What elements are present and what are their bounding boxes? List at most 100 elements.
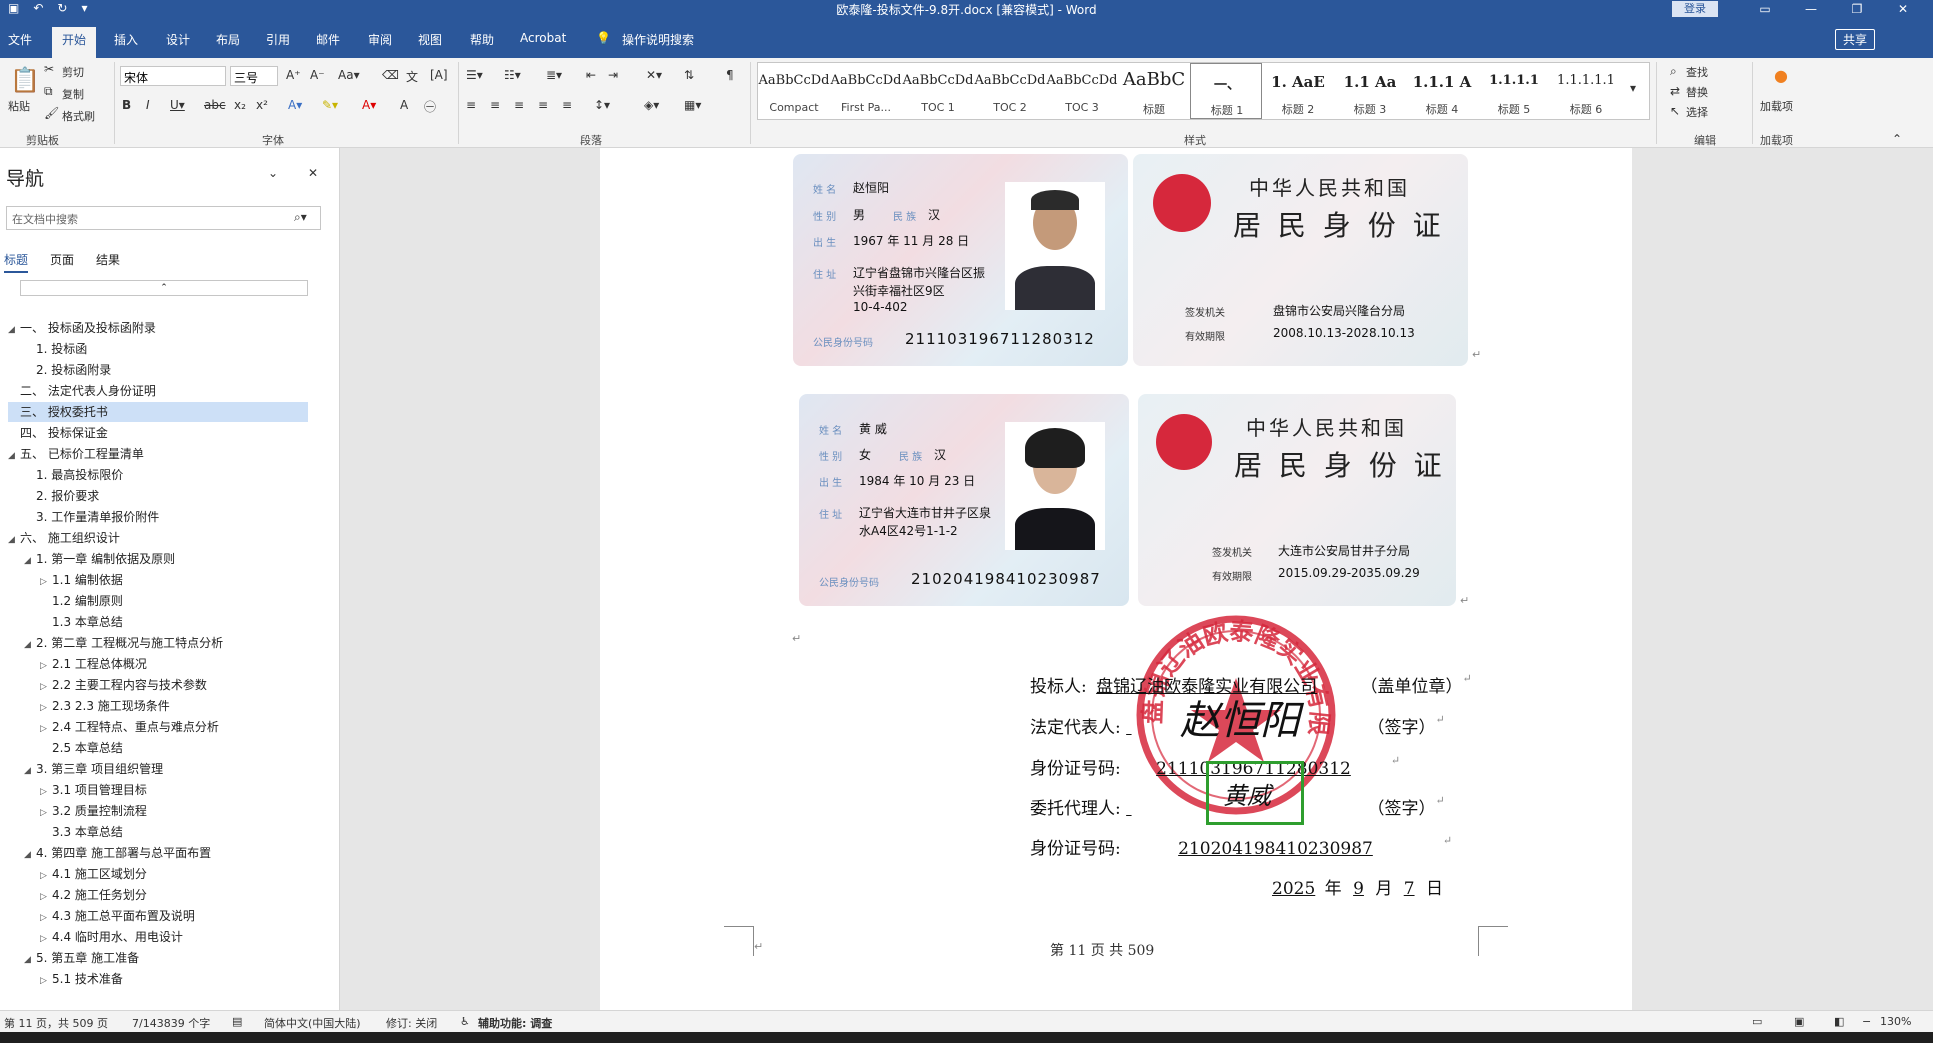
expand-toggle-icon[interactable]: ◢ — [24, 551, 36, 571]
expand-toggle-icon[interactable]: ◢ — [24, 845, 36, 865]
char-shading-icon[interactable]: A — [400, 98, 408, 112]
tab-design[interactable]: 设计 — [166, 31, 190, 48]
tab-view[interactable]: 视图 — [418, 31, 442, 48]
read-mode-icon[interactable]: ▭ — [1752, 1015, 1762, 1028]
expand-toggle-icon[interactable]: ▷ — [40, 782, 52, 802]
nav-heading-item[interactable]: ▷ 2.2 主要工程内容与技术参数 — [40, 675, 207, 695]
nav-heading-item[interactable]: ◢ 六、 施工组织设计 — [8, 528, 120, 548]
style-heading6[interactable]: 1.1.1.1.1 标题 6 — [1550, 63, 1622, 119]
document-page[interactable]: 姓 名 赵恒阳 性 别 男 民 族 汉 出 生 1967 年 11 月 28 日… — [600, 148, 1632, 1010]
status-zoom[interactable]: 130% — [1880, 1015, 1911, 1028]
nav-search-input[interactable]: 在文档中搜索 — [6, 206, 321, 230]
expand-toggle-icon[interactable]: ◢ — [8, 446, 20, 466]
enclose-char-icon[interactable]: ㊀ — [424, 98, 436, 115]
tab-home[interactable]: 开始 — [52, 27, 97, 58]
collapse-ribbon-icon[interactable]: ⌃ — [1892, 132, 1902, 146]
subscript-icon[interactable]: x₂ — [234, 98, 246, 112]
nav-heading-item[interactable]: 3. 工作量清单报价附件 — [24, 507, 159, 527]
style-heading2[interactable]: 1. AaE 标题 2 — [1262, 63, 1334, 119]
tab-help[interactable]: 帮助 — [470, 31, 494, 48]
format-painter-button[interactable]: 格式刷 — [62, 108, 95, 124]
style-toc2[interactable]: AaBbCcDd TOC 2 — [974, 63, 1046, 119]
expand-toggle-icon[interactable]: ▷ — [40, 866, 52, 886]
tab-references[interactable]: 引用 — [266, 31, 290, 48]
style-first-paragraph[interactable]: AaBbCcDd First Pa... — [830, 63, 902, 119]
expand-toggle-icon[interactable]: ▷ — [40, 677, 52, 697]
share-button[interactable]: 共享 — [1835, 29, 1876, 50]
decrease-indent-icon[interactable]: ⇤ — [586, 68, 596, 82]
font-name-box[interactable]: 宋体 — [120, 66, 226, 86]
find-button[interactable]: 查找 — [1686, 64, 1708, 80]
font-size-box[interactable]: 三号 — [230, 66, 278, 86]
align-center-icon[interactable]: ≡ — [490, 98, 500, 112]
bullets-icon[interactable]: ☰▾ — [466, 68, 483, 82]
status-track-changes[interactable]: 修订: 关闭 — [386, 1015, 437, 1031]
expand-toggle-icon[interactable]: ▷ — [40, 929, 52, 949]
nav-heading-item[interactable]: 2. 投标函附录 — [24, 360, 111, 380]
nav-heading-item[interactable]: 2.5 本章总结 — [40, 738, 123, 758]
bold-icon[interactable]: B — [122, 98, 131, 112]
expand-toggle-icon[interactable]: ▷ — [40, 887, 52, 907]
maximize-icon[interactable]: ❐ — [1834, 0, 1880, 18]
distributed-icon[interactable]: ≡ — [562, 98, 572, 112]
nav-heading-item[interactable]: ▷ 4.3 施工总平面布置及说明 — [40, 906, 195, 926]
print-layout-icon[interactable]: ▣ — [1794, 1015, 1804, 1028]
nav-heading-item[interactable]: 1.2 编制原则 — [40, 591, 123, 611]
paste-button[interactable]: 粘贴 — [8, 98, 30, 114]
expand-toggle-icon[interactable]: ▷ — [40, 719, 52, 739]
nav-heading-item[interactable]: 1. 最高投标限价 — [24, 465, 123, 485]
nav-heading-item[interactable]: 三、 授权委托书 — [8, 402, 308, 422]
style-toc3[interactable]: AaBbCcDd TOC 3 — [1046, 63, 1118, 119]
nav-heading-item[interactable]: ◢ 一、 投标函及投标函附录 — [8, 318, 156, 338]
style-heading5[interactable]: 1.1.1.1 标题 5 — [1478, 63, 1550, 119]
superscript-icon[interactable]: x² — [256, 98, 268, 112]
minimize-icon[interactable]: — — [1788, 0, 1834, 18]
expand-toggle-icon[interactable]: ◢ — [24, 635, 36, 655]
paste-icon[interactable]: 📋 — [10, 66, 40, 94]
show-marks-icon[interactable]: ¶ — [726, 68, 734, 82]
increase-indent-icon[interactable]: ⇥ — [608, 68, 618, 82]
proofing-icon[interactable]: ▤ — [232, 1015, 242, 1028]
expand-toggle-icon[interactable]: ▷ — [40, 803, 52, 823]
nav-heading-item[interactable]: ▷ 1.1 编制依据 — [40, 570, 123, 590]
web-layout-icon[interactable]: ◧ — [1834, 1015, 1844, 1028]
nav-heading-item[interactable]: ▷ 4.1 施工区域划分 — [40, 864, 147, 884]
clear-format-icon[interactable]: ⌫ — [382, 68, 399, 82]
tab-acrobat[interactable]: Acrobat — [520, 31, 566, 45]
addins-button[interactable]: 加载项 — [1760, 98, 1793, 114]
italic-icon[interactable]: I — [146, 98, 150, 112]
expand-toggle-icon[interactable]: ▷ — [40, 656, 52, 676]
nav-heading-item[interactable]: ▷ 4.2 施工任务划分 — [40, 885, 147, 905]
style-heading1[interactable]: 一、 标题 1 — [1190, 63, 1262, 119]
status-accessibility[interactable]: 辅助功能: 调查 — [478, 1015, 552, 1031]
tab-mailings[interactable]: 邮件 — [316, 31, 340, 48]
nav-tab-pages[interactable]: 页面 — [50, 251, 74, 273]
nav-heading-item[interactable]: ◢ 3. 第三章 项目组织管理 — [24, 759, 163, 779]
highlight-icon[interactable]: ✎▾ — [322, 98, 338, 112]
expand-toggle-icon[interactable]: ◢ — [8, 530, 20, 550]
nav-heading-item[interactable]: ◢ 1. 第一章 编制依据及原则 — [24, 549, 175, 569]
expand-toggle-icon[interactable]: ◢ — [24, 761, 36, 781]
select-button[interactable]: 选择 — [1686, 104, 1708, 120]
cut-button[interactable]: 剪切 — [62, 64, 84, 80]
style-heading3[interactable]: 1.1 Aa 标题 3 — [1334, 63, 1406, 119]
nav-heading-item[interactable]: 1. 投标函 — [24, 339, 87, 359]
nav-heading-item[interactable]: ◢ 5. 第五章 施工准备 — [24, 948, 139, 968]
change-case-icon[interactable]: Aa▾ — [338, 68, 360, 82]
style-title[interactable]: AaBbC 标题 — [1118, 63, 1190, 119]
expand-toggle-icon[interactable]: ◢ — [24, 950, 36, 970]
asian-layout-icon[interactable]: ✕▾ — [646, 68, 662, 82]
style-compact[interactable]: AaBbCcDd Compact — [758, 63, 830, 119]
nav-heading-item[interactable]: ▷ 4.4 临时用水、用电设计 — [40, 927, 183, 947]
sort-icon[interactable]: ⇅ — [684, 68, 694, 82]
nav-heading-item[interactable]: 3.3 本章总结 — [40, 822, 123, 842]
close-icon[interactable]: ✕ — [1880, 0, 1926, 18]
nav-heading-item[interactable]: ◢ 五、 已标价工程量清单 — [8, 444, 144, 464]
multilevel-list-icon[interactable]: ≣▾ — [546, 68, 562, 82]
line-spacing-icon[interactable]: ↕▾ — [594, 98, 610, 112]
justify-icon[interactable]: ≡ — [538, 98, 548, 112]
zoom-out-icon[interactable]: − — [1862, 1015, 1871, 1028]
grow-font-icon[interactable]: A⁺ — [286, 68, 301, 82]
style-heading4[interactable]: 1.1.1 A 标题 4 — [1406, 63, 1478, 119]
status-language[interactable]: 简体中文(中国大陆) — [264, 1015, 361, 1031]
